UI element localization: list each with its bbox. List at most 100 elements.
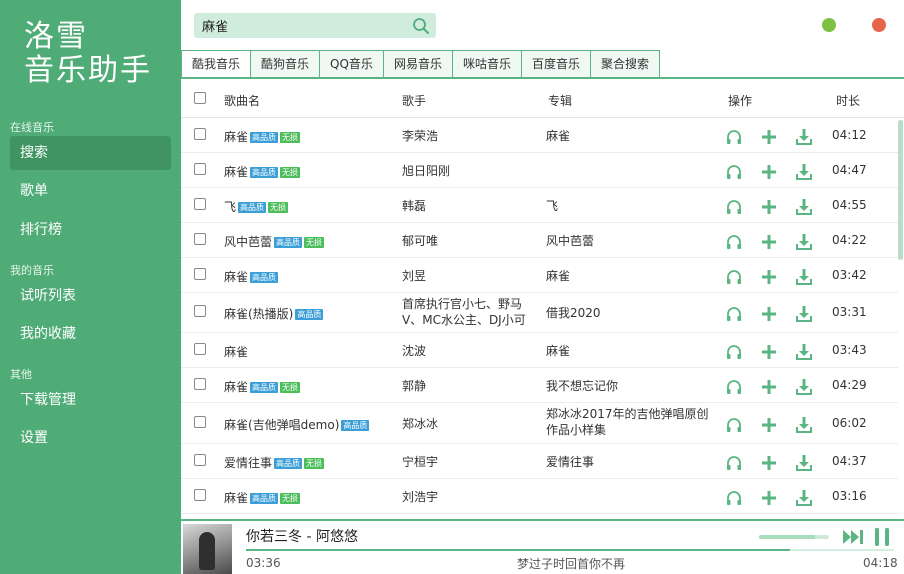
- download-icon[interactable]: [795, 198, 813, 216]
- download-icon[interactable]: [795, 489, 813, 507]
- tab-aggregate[interactable]: 聚合搜索: [590, 50, 660, 78]
- download-icon[interactable]: [795, 233, 813, 251]
- next-track-icon[interactable]: [842, 529, 864, 545]
- album-cell[interactable]: 麻雀: [546, 268, 716, 284]
- singer-cell[interactable]: 首席执行官小七、野马V、MC水公主、DJ小可: [402, 296, 542, 328]
- table-row[interactable]: 麻雀 高品质 无损 李荣浩 麻雀 04:12: [181, 118, 898, 153]
- table-row[interactable]: 爱情往事 高品质 无损 宁桓宇 爱情往事 04:37: [181, 444, 898, 479]
- add-icon[interactable]: [760, 163, 778, 181]
- sidebar-item-downloads[interactable]: 下载管理: [10, 383, 171, 417]
- tab-kugou[interactable]: 酷狗音乐: [251, 50, 321, 78]
- table-row[interactable]: 麻雀 高品质 无损 旭日阳刚 04:47: [181, 153, 898, 188]
- album-cell[interactable]: 爱情往事: [546, 454, 716, 470]
- album-cell[interactable]: 借我2020: [546, 305, 716, 321]
- row-checkbox[interactable]: [194, 233, 206, 245]
- add-icon[interactable]: [760, 305, 778, 323]
- add-icon[interactable]: [760, 198, 778, 216]
- download-icon[interactable]: [795, 128, 813, 146]
- volume-slider[interactable]: [759, 535, 829, 539]
- download-icon[interactable]: [795, 454, 813, 472]
- tab-baidu[interactable]: 百度音乐: [521, 50, 591, 78]
- singer-cell[interactable]: 刘浩宇: [402, 489, 542, 505]
- headphones-icon[interactable]: [725, 343, 743, 361]
- add-icon[interactable]: [760, 128, 778, 146]
- add-icon[interactable]: [760, 416, 778, 434]
- headphones-icon[interactable]: [725, 268, 743, 286]
- album-cell[interactable]: 飞: [546, 198, 716, 214]
- sidebar-item-playlists[interactable]: 歌单: [10, 174, 171, 208]
- singer-cell[interactable]: 郑冰冰: [402, 416, 542, 432]
- table-row[interactable]: 麻雀 高品质 刘昱 麻雀 03:42: [181, 258, 898, 293]
- download-icon[interactable]: [795, 378, 813, 396]
- table-row[interactable]: 飞高品质 无损 韩磊飞 04:55: [181, 188, 898, 223]
- singer-cell[interactable]: 旭日阳刚: [402, 163, 542, 179]
- singer-cell[interactable]: 刘昱: [402, 268, 542, 284]
- download-icon[interactable]: [795, 305, 813, 323]
- table-row[interactable]: 麻雀 高品质 无损 郭静 我不想忘记你 04:29: [181, 368, 898, 403]
- row-checkbox[interactable]: [194, 198, 206, 210]
- download-icon[interactable]: [795, 416, 813, 434]
- singer-cell[interactable]: 郭静: [402, 378, 542, 394]
- row-checkbox[interactable]: [194, 163, 206, 175]
- tab-qq[interactable]: QQ音乐: [320, 50, 384, 78]
- search-input[interactable]: [194, 13, 406, 38]
- close-button[interactable]: [872, 18, 886, 32]
- singer-cell[interactable]: 李荣浩: [402, 128, 542, 144]
- add-icon[interactable]: [760, 343, 778, 361]
- table-row[interactable]: 风中芭蕾 高品质 无损 郁可唯 风中芭蕾 04:22: [181, 223, 898, 258]
- headphones-icon[interactable]: [725, 416, 743, 434]
- headphones-icon[interactable]: [725, 305, 743, 323]
- singer-cell[interactable]: 韩磊: [402, 198, 542, 214]
- row-checkbox[interactable]: [194, 489, 206, 501]
- singer-cell[interactable]: 郁可唯: [402, 233, 542, 249]
- album-cell[interactable]: 郑冰冰2017年的吉他弹唱原创作品小样集: [546, 406, 716, 438]
- add-icon[interactable]: [760, 489, 778, 507]
- row-checkbox[interactable]: [194, 128, 206, 140]
- row-checkbox[interactable]: [194, 305, 206, 317]
- sidebar-item-search[interactable]: 搜索: [10, 136, 171, 170]
- progress-bar[interactable]: [246, 549, 894, 551]
- sidebar-item-favorites[interactable]: 我的收藏: [10, 317, 171, 351]
- row-checkbox[interactable]: [194, 378, 206, 390]
- scrollbar[interactable]: [898, 120, 903, 260]
- table-row[interactable]: 麻雀(吉他弹唱demo) 高品质 郑冰冰 郑冰冰2017年的吉他弹唱原创作品小样集 06…: [181, 403, 898, 444]
- sidebar-item-listen-list[interactable]: 试听列表: [10, 279, 171, 313]
- album-cell[interactable]: 风中芭蕾: [546, 233, 716, 249]
- add-icon[interactable]: [760, 233, 778, 251]
- headphones-icon[interactable]: [725, 454, 743, 472]
- search-icon[interactable]: [412, 17, 430, 35]
- tab-migu[interactable]: 咪咕音乐: [452, 50, 522, 78]
- row-checkbox[interactable]: [194, 416, 206, 428]
- pause-icon[interactable]: [874, 527, 890, 547]
- sidebar-item-charts[interactable]: 排行榜: [10, 213, 171, 247]
- singer-cell[interactable]: 宁桓宇: [402, 454, 542, 470]
- headphones-icon[interactable]: [725, 233, 743, 251]
- add-icon[interactable]: [760, 454, 778, 472]
- headphones-icon[interactable]: [725, 128, 743, 146]
- headphones-icon[interactable]: [725, 489, 743, 507]
- headphones-icon[interactable]: [725, 378, 743, 396]
- tab-kuwo[interactable]: 酷我音乐: [181, 50, 252, 78]
- table-row[interactable]: 麻雀(热播版) 高品质 首席执行官小七、野马V、MC水公主、DJ小可 借我2020 03…: [181, 293, 898, 333]
- minimize-button[interactable]: [822, 18, 836, 32]
- table-row[interactable]: 麻雀 沈波 麻雀 03:43: [181, 333, 898, 368]
- headphones-icon[interactable]: [725, 163, 743, 181]
- download-icon[interactable]: [795, 163, 813, 181]
- singer-cell[interactable]: 沈波: [402, 343, 542, 359]
- row-checkbox[interactable]: [194, 343, 206, 355]
- tab-netease[interactable]: 网易音乐: [383, 50, 453, 78]
- row-checkbox[interactable]: [194, 268, 206, 280]
- album-cell[interactable]: 我不想忘记你: [546, 378, 716, 394]
- add-icon[interactable]: [760, 378, 778, 396]
- row-checkbox[interactable]: [194, 454, 206, 466]
- headphones-icon[interactable]: [725, 198, 743, 216]
- album-cover[interactable]: [183, 524, 232, 574]
- album-cell[interactable]: 麻雀: [546, 343, 716, 359]
- download-icon[interactable]: [795, 343, 813, 361]
- add-icon[interactable]: [760, 268, 778, 286]
- select-all-checkbox[interactable]: [194, 92, 206, 104]
- album-cell[interactable]: 麻雀: [546, 128, 716, 144]
- sidebar-item-settings[interactable]: 设置: [10, 421, 171, 455]
- download-icon[interactable]: [795, 268, 813, 286]
- table-row[interactable]: 麻雀 高品质 无损 刘浩宇 03:16: [181, 479, 898, 514]
